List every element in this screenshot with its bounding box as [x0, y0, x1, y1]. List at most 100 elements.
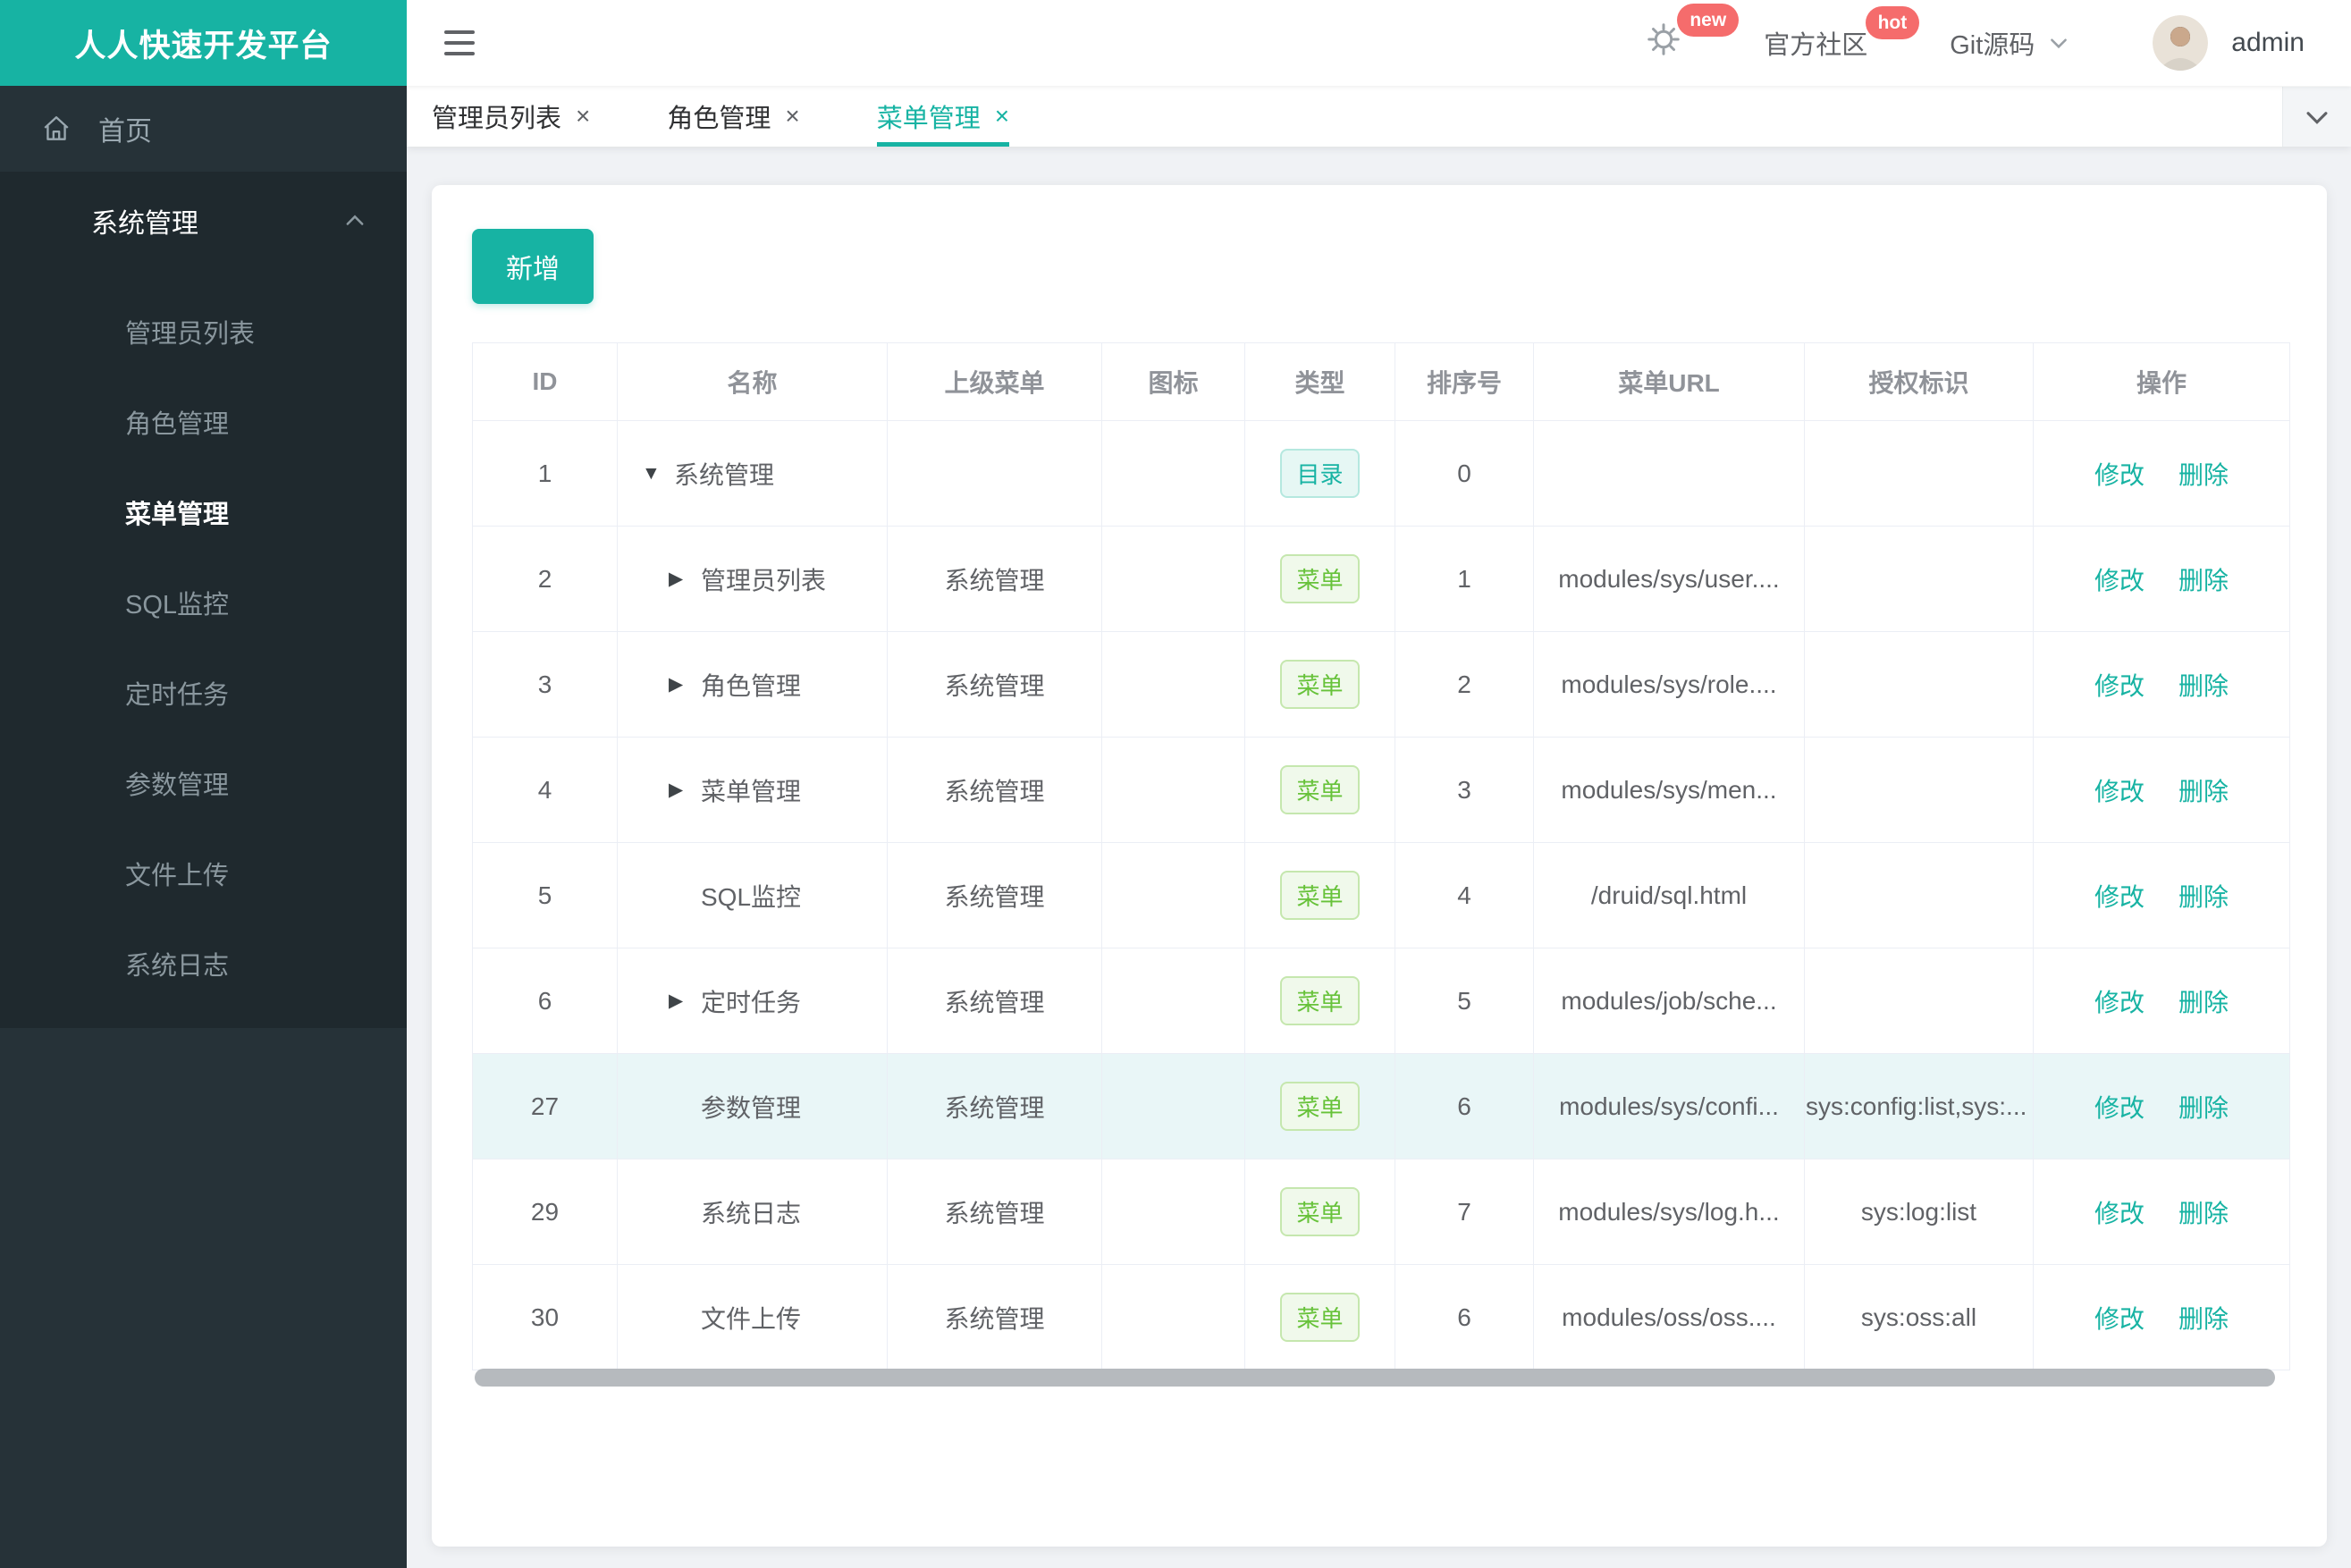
app-window: 人人快速开发平台 new 官方社区 hot Git源码 admin 首页 系统管… — [0, 0, 2351, 1568]
cell-type: 菜单 — [1244, 1159, 1395, 1265]
top-header: new 官方社区 hot Git源码 admin — [407, 0, 2351, 86]
delete-link[interactable]: 删除 — [2178, 672, 2229, 700]
user-menu[interactable]: admin — [2153, 15, 2305, 71]
cell-menu-url: modules/oss/oss.... — [1533, 1264, 1805, 1370]
cell-permission: sys:log:list — [1804, 1159, 2034, 1265]
column-header-ID: ID — [472, 342, 618, 421]
tree-expand-icon[interactable]: ▶ — [669, 673, 690, 695]
sidebar-item-home[interactable]: 首页 — [0, 86, 407, 172]
type-tag: 菜单 — [1280, 765, 1360, 814]
cell-order: 2 — [1395, 631, 1534, 738]
cell-icon — [1101, 420, 1245, 527]
sidebar-item-SQL监控[interactable]: SQL监控 — [0, 557, 407, 647]
delete-link[interactable]: 删除 — [2178, 1305, 2229, 1333]
add-button[interactable]: 新增 — [472, 229, 594, 304]
cell-permission: sys:config:list,sys:... — [1804, 1053, 2034, 1159]
cell-icon — [1101, 1264, 1245, 1370]
edit-link[interactable]: 修改 — [2094, 883, 2145, 911]
tab-close-icon[interactable]: × — [785, 104, 799, 129]
sidebar-item-参数管理[interactable]: 参数管理 — [0, 738, 407, 828]
tree-expand-icon[interactable]: ▶ — [669, 779, 690, 801]
delete-link[interactable]: 删除 — [2178, 1094, 2229, 1122]
gear-icon — [1646, 21, 1681, 64]
horizontal-scrollbar-thumb[interactable] — [475, 1369, 2275, 1387]
type-tag: 菜单 — [1280, 660, 1360, 709]
name-wrap: ▶SQL监控 — [619, 878, 886, 914]
cell-parent-menu: 系统管理 — [887, 842, 1102, 948]
tab-list-dropdown-button[interactable] — [2282, 87, 2351, 147]
sidebar-item-label: 定时任务 — [125, 680, 230, 710]
edit-link[interactable]: 修改 — [2094, 989, 2145, 1016]
edit-link[interactable]: 修改 — [2094, 567, 2145, 594]
edit-link[interactable]: 修改 — [2094, 1200, 2145, 1227]
delete-link[interactable]: 删除 — [2178, 1200, 2229, 1227]
delete-link[interactable]: 删除 — [2178, 778, 2229, 805]
tree-expand-icon[interactable]: ▶ — [669, 568, 690, 590]
edit-link[interactable]: 修改 — [2094, 461, 2145, 489]
sidebar-item-菜单管理[interactable]: 菜单管理 — [0, 467, 407, 557]
sidebar-section-system-title[interactable]: 系统管理 — [0, 172, 407, 270]
column-header-菜单URL: 菜单URL — [1533, 342, 1805, 421]
cell-type: 目录 — [1244, 420, 1395, 527]
git-source-menu[interactable]: Git源码 — [1950, 24, 2070, 62]
chevron-up-icon — [346, 215, 364, 225]
sidebar-item-角色管理[interactable]: 角色管理 — [0, 376, 407, 467]
community-link[interactable]: 官方社区 hot — [1764, 6, 1920, 62]
tab-label: 菜单管理 — [876, 105, 981, 133]
name-wrap: ▶ 定时任务 — [619, 983, 886, 1019]
delete-link[interactable]: 删除 — [2178, 989, 2229, 1016]
table-row: 3 ▶ 角色管理 系统管理 菜单 2 modules/sys/role.... 修改 删除 — [472, 631, 2290, 738]
sidebar-item-label: 管理员列表 — [125, 319, 256, 349]
cell-order: 1 — [1395, 526, 1534, 632]
delete-link[interactable]: 删除 — [2178, 883, 2229, 911]
menu-name-text: 管理员列表 — [701, 566, 827, 594]
menu-name-text: 菜单管理 — [701, 777, 802, 805]
edit-link[interactable]: 修改 — [2094, 1094, 2145, 1122]
edit-link[interactable]: 修改 — [2094, 672, 2145, 700]
column-header-类型: 类型 — [1244, 342, 1395, 421]
menu-name-text: 文件上传 — [701, 1304, 802, 1333]
cell-name: ▶ 菜单管理 — [617, 737, 888, 843]
sidebar-item-管理员列表[interactable]: 管理员列表 — [0, 286, 407, 376]
cell-menu-url: /druid/sql.html — [1533, 842, 1805, 948]
table-header-row: ID 名称 上级菜单 图标 类型 排序号 菜单URL 授权标识 操作 — [472, 342, 2290, 421]
name-wrap: ▶系统日志 — [619, 1194, 886, 1230]
cell-permission — [1804, 737, 2034, 843]
tab-bar: 管理员列表 × 角色管理 × 菜单管理 × — [407, 86, 2351, 147]
name-wrap: ▶ 管理员列表 — [619, 561, 886, 597]
cell-menu-url — [1533, 420, 1805, 527]
cell-actions: 修改 删除 — [2033, 842, 2290, 948]
edit-link[interactable]: 修改 — [2094, 778, 2145, 805]
sidebar-item-文件上传[interactable]: 文件上传 — [0, 828, 407, 918]
cell-type: 菜单 — [1244, 842, 1395, 948]
cell-name: ▶参数管理 — [617, 1053, 888, 1159]
cell-name: ▶ 管理员列表 — [617, 526, 888, 632]
edit-link[interactable]: 修改 — [2094, 1305, 2145, 1333]
tab-角色管理[interactable]: 角色管理 × — [667, 86, 799, 147]
sidebar-submenu: 管理员列表角色管理 菜单管理 SQL监控定时任务参数管理 文件上传 系统日志 — [0, 270, 407, 1008]
sidebar-toggle-button[interactable] — [444, 30, 475, 55]
sidebar-section-system: 系统管理 管理员列表角色管理 菜单管理 SQL监控定时任务参数管理 文件上传 系统日志 — [0, 172, 407, 1028]
delete-link[interactable]: 删除 — [2178, 461, 2229, 489]
column-header-名称: 名称 — [617, 342, 888, 421]
menu-table: ID 名称 上级菜单 图标 类型 排序号 菜单URL 授权标识 操作 1 ▼ 系统管理 目录 0 修改 删除… — [472, 342, 2290, 1370]
table-row: 1 ▼ 系统管理 目录 0 修改 删除 — [472, 420, 2290, 527]
delete-link[interactable]: 删除 — [2178, 567, 2229, 594]
cell-menu-url: modules/sys/confi... — [1533, 1053, 1805, 1159]
table-row: 30▶文件上传系统管理 菜单 6modules/oss/oss....sys:oss… — [472, 1264, 2290, 1370]
cell-type: 菜单 — [1244, 631, 1395, 738]
cell-name: ▼ 系统管理 — [617, 420, 888, 527]
tree-expand-icon[interactable]: ▶ — [669, 990, 690, 1012]
settings-menu[interactable]: new — [1646, 4, 1740, 64]
tab-菜单管理[interactable]: 菜单管理 × — [876, 86, 1010, 147]
sidebar-item-定时任务[interactable]: 定时任务 — [0, 647, 407, 738]
tab-close-icon[interactable]: × — [576, 104, 590, 129]
tab-close-icon[interactable]: × — [995, 104, 1009, 129]
cell-id: 4 — [472, 737, 618, 843]
column-header-授权标识: 授权标识 — [1804, 342, 2034, 421]
tree-collapse-icon[interactable]: ▼ — [642, 463, 663, 485]
sidebar-item-系统日志[interactable]: 系统日志 — [0, 918, 407, 1008]
cell-parent-menu: 系统管理 — [887, 1053, 1102, 1159]
tab-管理员列表[interactable]: 管理员列表 × — [432, 86, 590, 147]
cell-id: 29 — [472, 1159, 618, 1265]
